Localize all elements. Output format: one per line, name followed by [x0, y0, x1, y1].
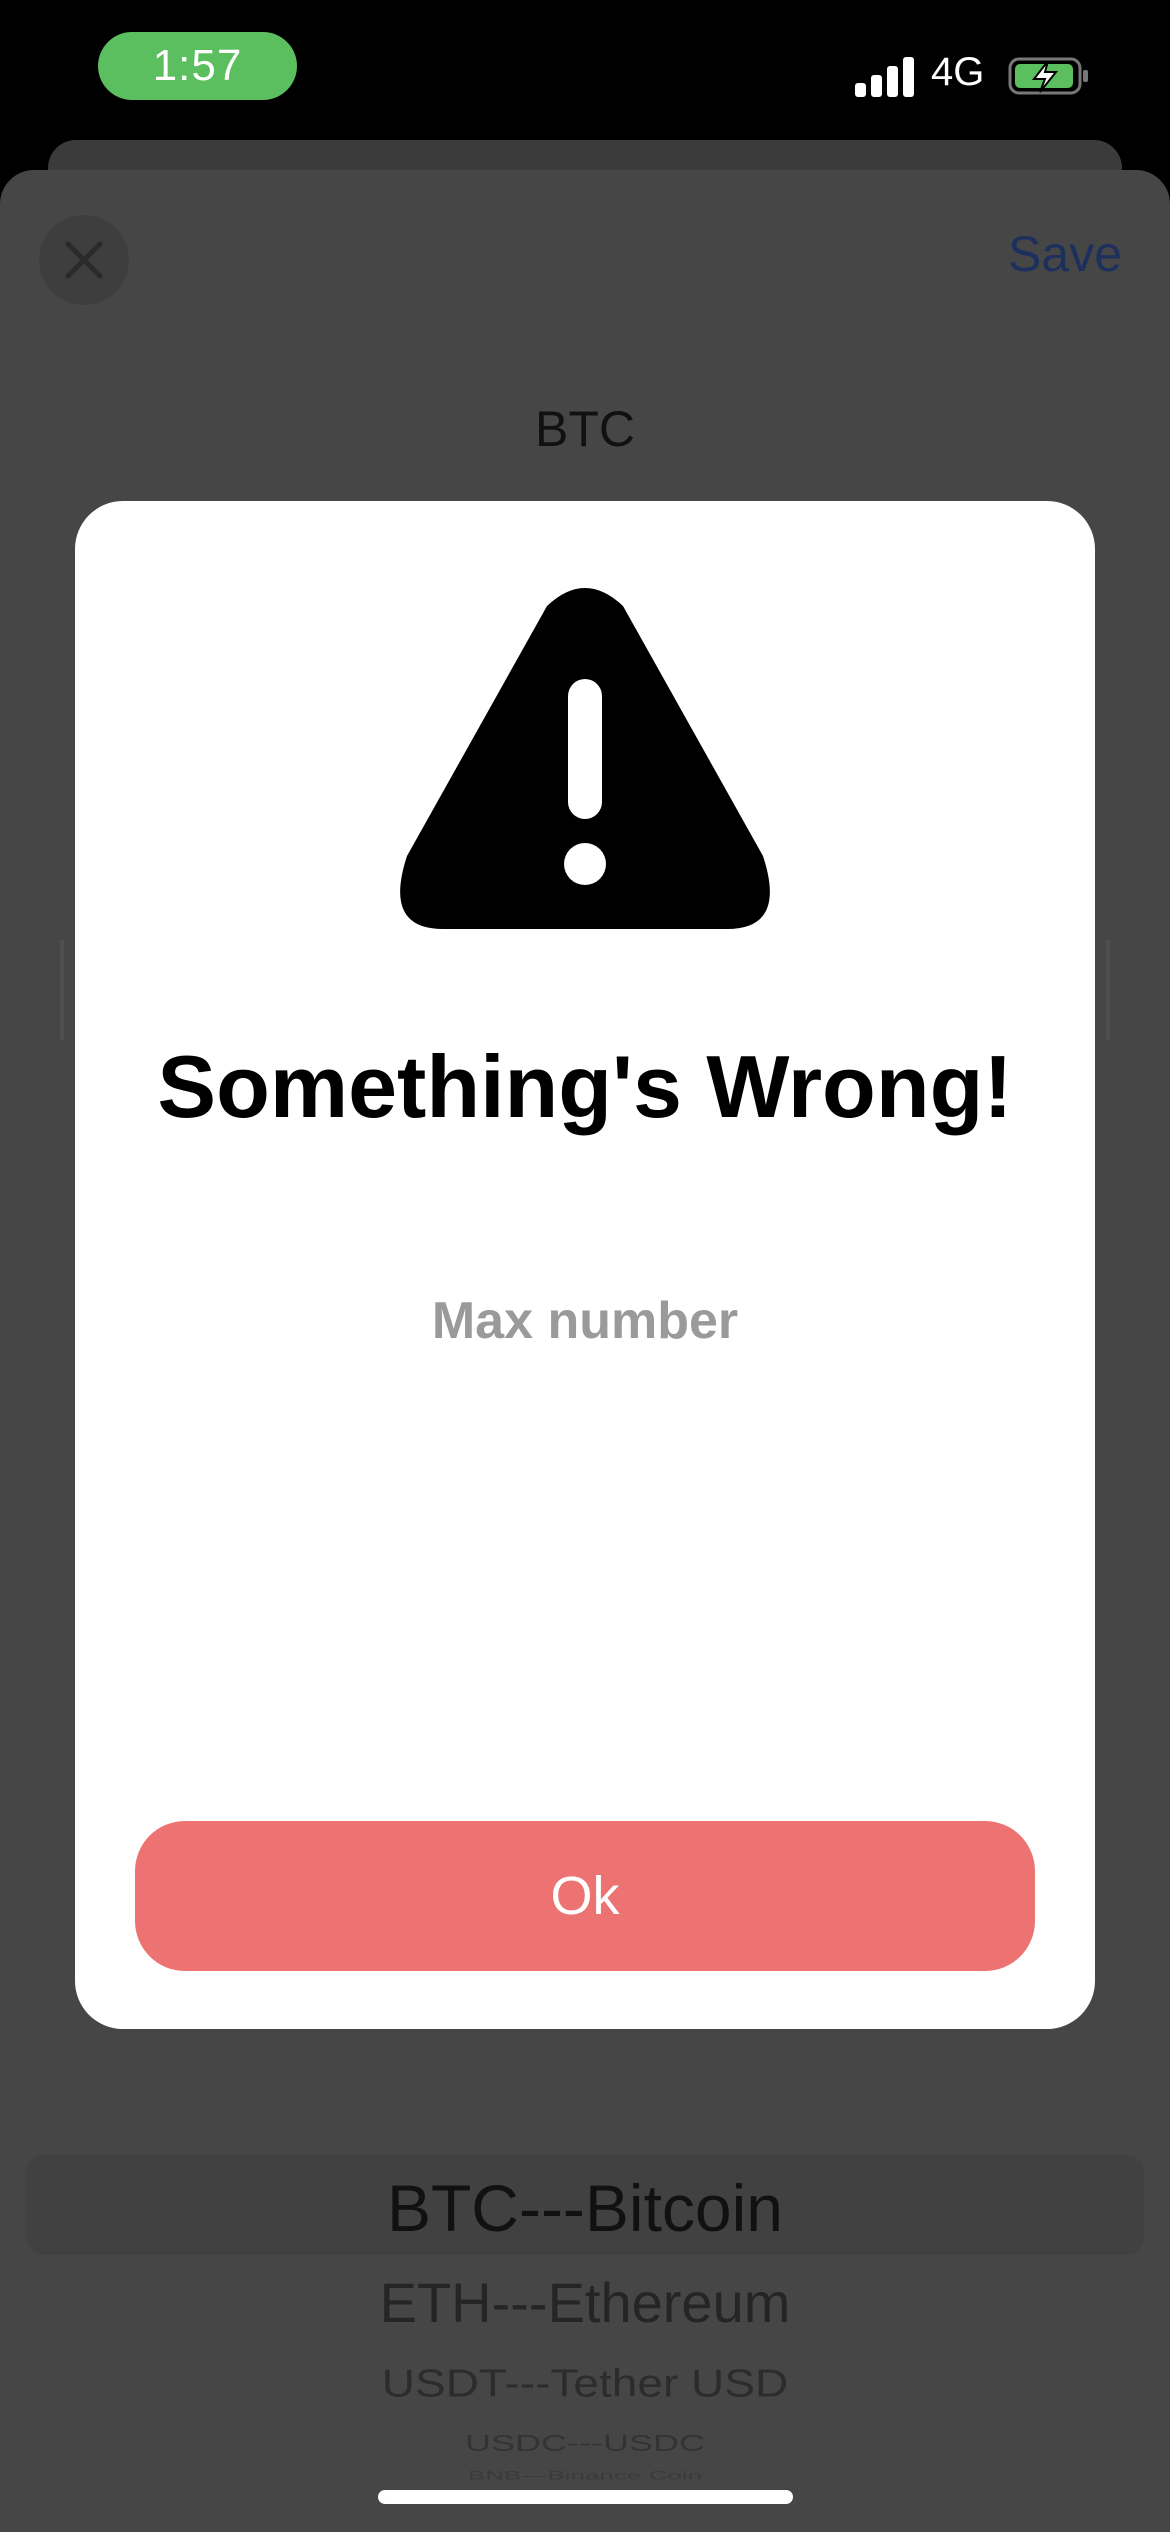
- battery-charging-icon: [1008, 57, 1088, 95]
- warning-triangle-icon: [400, 588, 770, 929]
- network-type: 4G: [931, 50, 985, 94]
- cellular-signal-icon: [855, 55, 915, 97]
- save-button[interactable]: Save: [1008, 225, 1122, 283]
- dialog-message: Max number: [431, 1292, 739, 1350]
- home-indicator[interactable]: [378, 2490, 793, 2504]
- picker-item[interactable]: BNB---Binance Coin: [0, 2469, 1170, 2483]
- field-edge-left: [60, 940, 64, 1040]
- dialog-title: Something's Wrong!: [157, 1037, 1013, 1136]
- ok-button[interactable]: Ok: [135, 1821, 1035, 1971]
- picker-item[interactable]: BTC---Bitcoin: [0, 2170, 1170, 2246]
- picker-item[interactable]: USDT---Tether USD: [0, 2360, 1170, 2406]
- status-bar: 1:57 4G: [0, 0, 1170, 150]
- picker-item[interactable]: ETH---Ethereum: [0, 2270, 1170, 2335]
- error-dialog: Something's Wrong! Max number Ok: [75, 501, 1095, 2029]
- coin-title: BTC: [535, 401, 635, 457]
- status-time: 1:57: [98, 32, 297, 100]
- close-button[interactable]: [39, 215, 129, 305]
- picker-item[interactable]: USDC---USDC: [0, 2429, 1170, 2456]
- field-edge-right: [1106, 940, 1110, 1040]
- close-icon: [65, 241, 103, 279]
